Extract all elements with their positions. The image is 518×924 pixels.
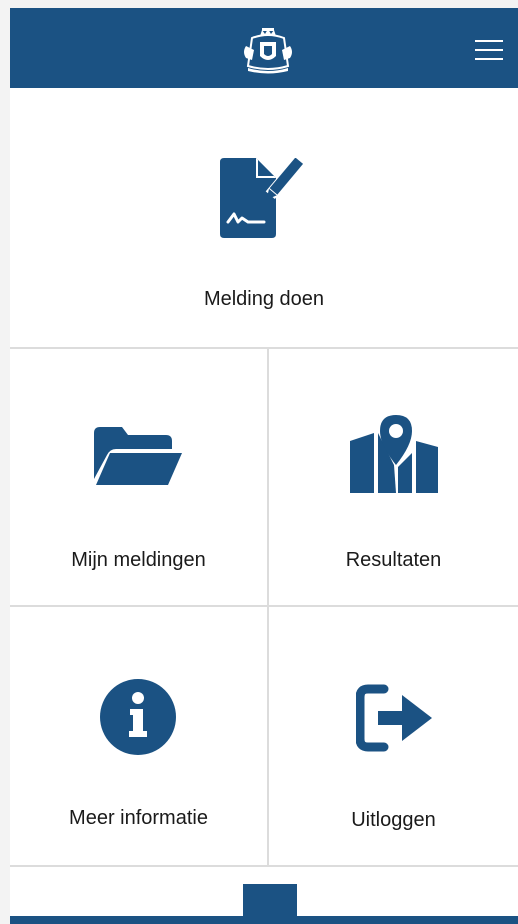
- tile-label: Meer informatie: [69, 807, 208, 829]
- hamburger-line: [475, 58, 503, 60]
- sign-out-icon: [356, 684, 432, 752]
- menu-button[interactable]: [472, 36, 506, 64]
- tile-label: Uitloggen: [351, 809, 436, 831]
- tile-uitloggen[interactable]: Uitloggen: [269, 607, 518, 865]
- tile-meer-informatie[interactable]: Meer informatie: [10, 607, 267, 865]
- coat-of-arms-icon: [244, 28, 292, 74]
- hamburger-menu-icon: [475, 40, 503, 42]
- tile-label: Mijn meldingen: [71, 549, 206, 571]
- map-marker-icon: [350, 415, 438, 493]
- document-sign-icon: [220, 158, 305, 238]
- status-strip: [10, 0, 518, 8]
- footer-bar: [10, 916, 518, 924]
- hamburger-line: [475, 49, 503, 51]
- tile-melding-doen[interactable]: Melding doen: [10, 88, 518, 347]
- tile-label: Resultaten: [345, 549, 442, 571]
- folder-open-icon: [94, 427, 182, 485]
- divider: [10, 865, 518, 867]
- tile-mijn-meldingen[interactable]: Mijn meldingen: [10, 349, 267, 605]
- tile-label: Melding doen: [203, 288, 325, 310]
- tile-resultaten[interactable]: Resultaten: [269, 349, 518, 605]
- app-screen: Melding doen Mijn meldingen Resultaten M…: [10, 0, 518, 924]
- info-circle-icon: [100, 679, 176, 755]
- app-header: [10, 8, 518, 88]
